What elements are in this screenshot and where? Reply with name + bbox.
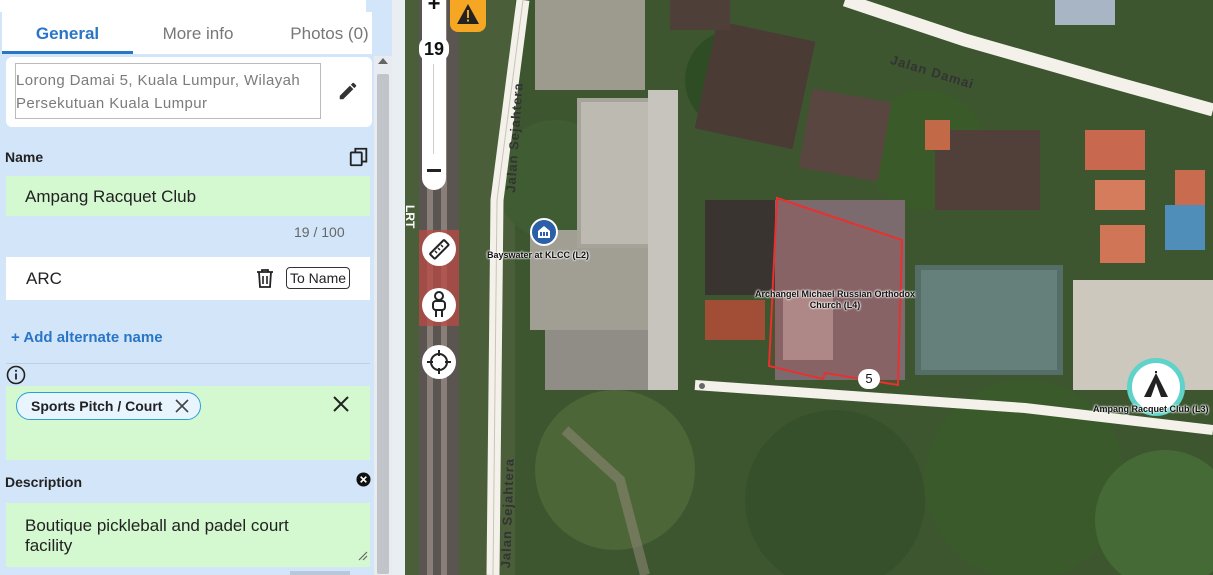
description-input[interactable]: Boutique pickleball and padel court faci… [6,503,370,567]
church-label-line-1: Archangel Michael Russian Orthodox [754,289,916,299]
address-field[interactable]: Lorong Damai 5, Kuala Lumpur, Wilayah Pe… [15,63,321,119]
editor-tabs: General More info Photos (0) [2,12,372,54]
address-card: Lorong Damai 5, Kuala Lumpur, Wilayah Pe… [6,57,372,127]
divider [6,363,370,364]
scroll-up-arrow-icon[interactable] [378,58,388,64]
add-alternate-name-link[interactable]: + Add alternate name [11,329,163,346]
zoom-in-button[interactable]: + [422,0,446,15]
edit-pencil-icon[interactable] [337,80,359,102]
copy-icon[interactable] [348,146,370,168]
minus-icon [427,169,441,172]
zoom-level-label: 19 [419,37,449,61]
category-tag-label: Sports Pitch / Court [31,398,163,414]
clear-category-icon[interactable] [332,395,350,413]
to-name-button[interactable]: To Name [286,267,351,289]
crosshair-icon [427,350,451,374]
tab-general[interactable]: General [2,12,133,54]
tent-icon [1144,371,1168,397]
panel-divider [392,0,405,575]
info-icon[interactable] [6,365,26,385]
racquet-club-label: Ampang Racquet Club (L3) [1093,404,1209,414]
ruler-icon [429,239,450,260]
description-label: Description [5,474,83,490]
panel-top-bar [0,0,366,12]
alternate-name-row: ARC To Name [6,257,370,300]
description-value: Boutique pickleball and padel court faci… [25,516,289,556]
category-tag[interactable]: Sports Pitch / Court [16,392,202,420]
building-icon [538,226,550,238]
close-circle-icon[interactable] [356,472,371,487]
name-char-counter: 19 / 100 [294,224,345,240]
warning-triangle-icon [457,4,479,24]
zoom-out-button[interactable] [423,156,445,184]
locate-button[interactable] [422,345,456,379]
bayswater-label: Bayswater at KLCC (L2) [487,250,590,260]
feature-editor-panel: General More info Photos (0) Lorong Dama… [0,0,392,575]
rail-label: LRT [405,205,417,229]
name-label: Name [5,149,44,165]
tab-photos[interactable]: Photos (0) [264,12,392,54]
warning-button[interactable] [450,0,486,32]
zoom-slider-track[interactable] [433,64,434,154]
address-line-1: Lorong Damai 5, Kuala Lumpur, Wilayah [16,72,301,89]
description-counter-partial [290,571,350,575]
tab-more-info[interactable]: More info [135,12,261,54]
church-label-line-2: Church (L4) [809,300,861,310]
satellite-map [405,0,1213,575]
measure-button[interactable] [422,232,456,266]
description-line-2: facility [25,536,73,555]
address-line-2: Persekutuan Kuala Lumpur [16,95,208,112]
remove-tag-icon[interactable] [174,398,190,414]
church-label: Archangel Michael Russian Orthodox Churc… [745,289,925,311]
description-line-1: Boutique pickleball and padel court [25,516,289,535]
resize-handle-icon[interactable] [358,551,368,561]
street-view-button[interactable] [422,288,456,322]
name-value: Ampang Racquet Club [25,187,197,206]
map-view[interactable]: + 19 LRT Jalan Damai Jalan Sejahtera Jal… [405,0,1213,575]
name-input[interactable]: Ampang Racquet Club [6,176,370,216]
alternate-name-value[interactable]: ARC [26,269,62,289]
pegman-icon [432,291,446,317]
panel-scrollbar-thumb[interactable] [377,74,389,574]
bayswater-marker[interactable] [530,218,558,246]
vertex-count-badge: 5 [858,369,880,389]
trash-icon[interactable] [256,268,274,288]
